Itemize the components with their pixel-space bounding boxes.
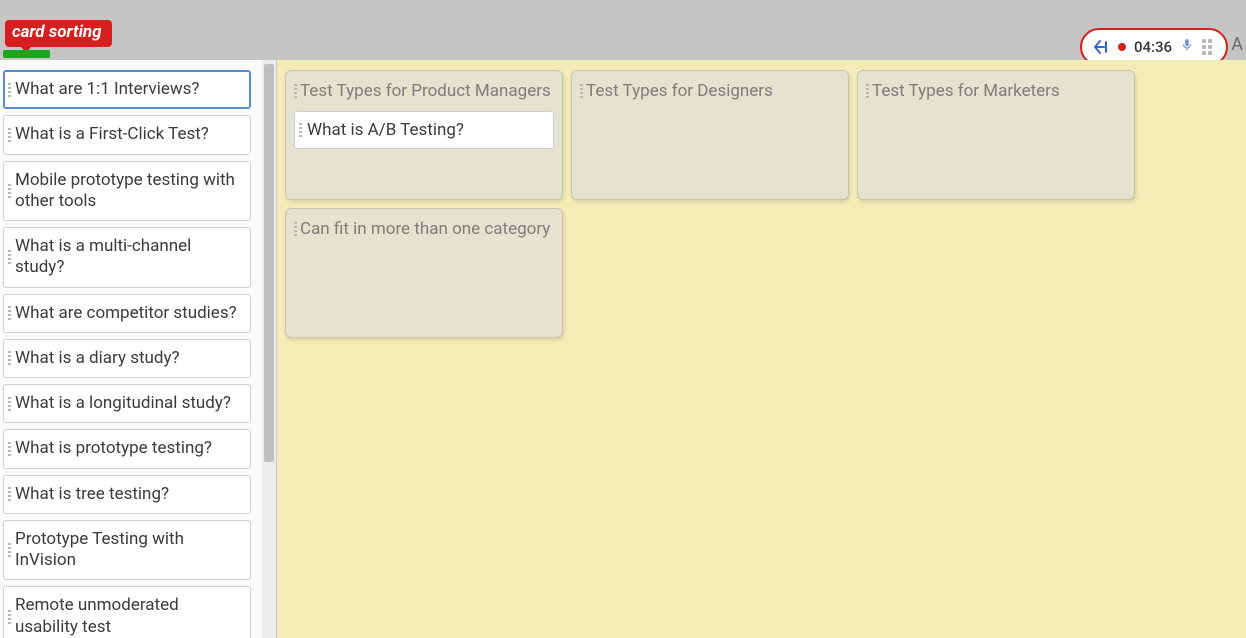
unsorted-card[interactable]: What is a diary study? [3,339,251,378]
progress-strip [3,50,50,58]
unsorted-card[interactable]: Remote unmoderated usability test [3,586,251,638]
microphone-icon[interactable] [1180,38,1194,56]
unsorted-card[interactable]: Prototype Testing with InVision [3,520,251,581]
app-logo: card sorting [5,20,112,47]
unsorted-card[interactable]: Mobile prototype testing with other tool… [3,161,251,222]
main-area: What are 1:1 Interviews? What is a First-… [0,60,1246,638]
category-title[interactable]: Test Types for Designers [580,77,840,111]
sorting-board[interactable]: Test Types for Product ManagersWhat is A… [276,60,1246,638]
category-bin[interactable]: Can fit in more than one category [285,208,563,338]
category-title[interactable]: Can fit in more than one category [294,215,554,249]
category-bin[interactable]: Test Types for Marketers [857,70,1135,200]
back-icon[interactable] [1094,40,1110,54]
header-bar: card sorting A 04:36 [0,0,1246,48]
category-bin[interactable]: Test Types for Designers [571,70,849,200]
category-title[interactable]: Test Types for Product Managers [294,77,554,111]
category-bin[interactable]: Test Types for Product ManagersWhat is A… [285,70,563,200]
sorted-card[interactable]: What is A/B Testing? [294,111,554,149]
unsorted-card[interactable]: What is prototype testing? [3,429,251,468]
recording-dot-icon [1118,43,1126,51]
drag-handle-icon[interactable] [1202,39,1212,55]
unsorted-card[interactable]: What are 1:1 Interviews? [3,70,251,109]
top-right-indicator: A [1231,34,1243,55]
unsorted-card[interactable]: What is a First-Click Test? [3,115,251,154]
unsorted-card[interactable]: What is a multi-channel study? [3,227,251,288]
unsorted-card[interactable]: What is tree testing? [3,475,251,514]
scrollbar-track[interactable] [262,60,276,638]
unsorted-card[interactable]: What is a longitudinal study? [3,384,251,423]
unsorted-card[interactable]: What are competitor studies? [3,294,251,333]
category-title[interactable]: Test Types for Marketers [866,77,1126,111]
scrollbar-thumb[interactable] [264,64,274,462]
unsorted-cards-panel: What are 1:1 Interviews? What is a First-… [0,60,276,638]
recording-time: 04:36 [1134,38,1172,56]
